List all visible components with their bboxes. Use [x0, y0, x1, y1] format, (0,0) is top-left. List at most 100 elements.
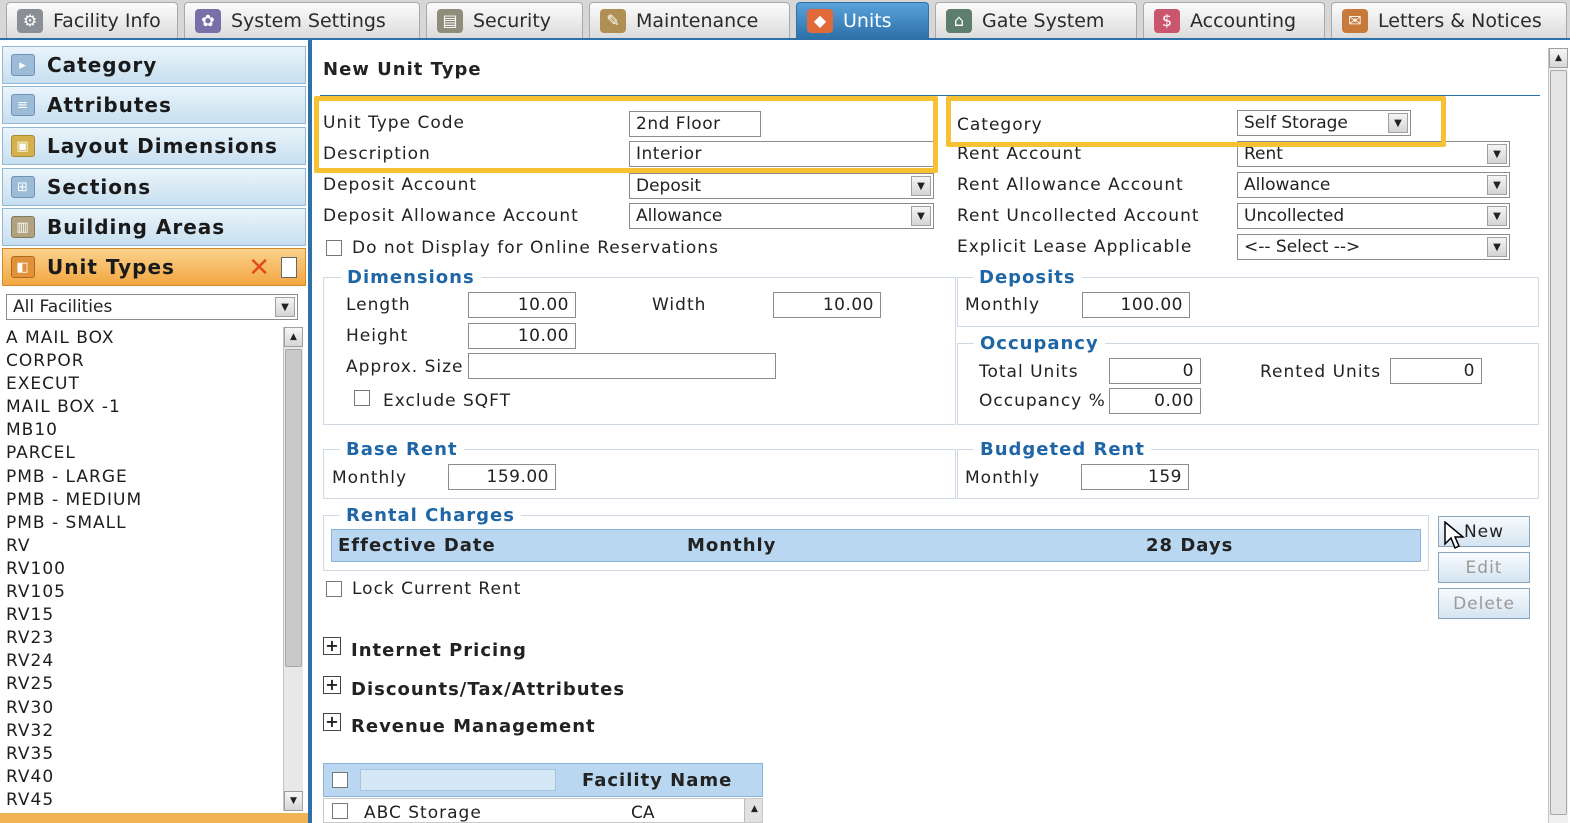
- tab-security[interactable]: ▤ Security: [426, 2, 583, 38]
- tab-maintenance[interactable]: ✎ Maintenance: [589, 2, 790, 38]
- col-monthly[interactable]: Monthly: [687, 535, 776, 556]
- chevron-down-icon: ▼: [1487, 175, 1507, 195]
- sidebar-item-layout-dimensions[interactable]: ▣ Layout Dimensions: [2, 127, 306, 165]
- tab-system-settings[interactable]: ✿ System Settings: [184, 2, 420, 38]
- list-item[interactable]: MB10: [6, 419, 282, 442]
- length-input[interactable]: 10.00: [468, 292, 576, 318]
- sidebar-item-attributes[interactable]: ≡ Attributes: [2, 86, 306, 124]
- scrollbar-thumb[interactable]: [1550, 70, 1567, 815]
- scroll-up-icon[interactable]: ▲: [744, 799, 762, 822]
- budgeted-rent-monthly-label: Monthly: [965, 468, 1041, 488]
- sidebar-item-sections[interactable]: ⊞ Sections: [2, 168, 306, 206]
- tab-units[interactable]: ◆ Units: [796, 2, 929, 38]
- list-item[interactable]: RV25: [6, 673, 282, 696]
- rent-allowance-value: Allowance: [1244, 175, 1331, 195]
- tab-accounting[interactable]: $ Accounting: [1143, 2, 1325, 38]
- list-item[interactable]: CORPOR: [6, 350, 282, 373]
- deposit-allowance-select[interactable]: Allowance ▼: [629, 203, 934, 229]
- tab-label: Units: [843, 9, 892, 32]
- approx-size-input[interactable]: [468, 353, 776, 379]
- expand-discounts-icon[interactable]: +: [323, 676, 341, 694]
- list-item[interactable]: RV35: [6, 743, 282, 766]
- list-item[interactable]: RV32: [6, 720, 282, 743]
- unit-list-scrollbar[interactable]: ▲ ▼: [283, 327, 303, 811]
- list-item[interactable]: RV24: [6, 650, 282, 673]
- list-item[interactable]: PARCEL: [6, 442, 282, 465]
- explicit-lease-select[interactable]: <-- Select --> ▼: [1237, 234, 1510, 260]
- list-item[interactable]: PMB - LARGE: [6, 466, 282, 489]
- sidebar-item-label: Category: [47, 53, 158, 77]
- list-item[interactable]: PMB - MEDIUM: [6, 489, 282, 512]
- tab-label: Gate System: [982, 9, 1105, 32]
- base-rent-title: Base Rent: [340, 439, 464, 460]
- scrollbar-thumb[interactable]: [285, 349, 302, 667]
- scroll-up-icon[interactable]: ▲: [284, 327, 303, 347]
- chevron-down-icon: ▼: [1487, 144, 1507, 164]
- online-reservations-checkbox[interactable]: [326, 240, 342, 256]
- height-label: Height: [346, 326, 409, 346]
- tab-letters-notices[interactable]: ✉ Letters & Notices: [1331, 2, 1567, 38]
- tab-facility-info[interactable]: ⚙ Facility Info: [6, 2, 178, 38]
- internet-pricing-label[interactable]: Internet Pricing: [351, 640, 527, 661]
- facility-filter-cell[interactable]: [360, 769, 556, 791]
- edit-button[interactable]: Edit: [1438, 552, 1530, 583]
- list-item[interactable]: RV45: [6, 789, 282, 812]
- edit-button-label: Edit: [1465, 557, 1503, 578]
- select-all-checkbox[interactable]: [332, 772, 348, 788]
- list-item[interactable]: RV15: [6, 604, 282, 627]
- expand-revenue-management-icon[interactable]: +: [323, 713, 341, 731]
- list-item[interactable]: RV40: [6, 766, 282, 789]
- list-item[interactable]: RV100: [6, 558, 282, 581]
- list-item[interactable]: A MAIL BOX: [6, 327, 282, 350]
- list-item[interactable]: MAIL BOX -1: [6, 396, 282, 419]
- facility-grid-header: Facility Name: [323, 763, 763, 797]
- width-input[interactable]: 10.00: [773, 292, 881, 318]
- main-panel: New Unit Type Unit Type Code 2nd Floor D…: [314, 42, 1570, 823]
- deposits-monthly-input[interactable]: 100.00: [1082, 292, 1190, 318]
- exclude-sqft-checkbox[interactable]: [354, 390, 370, 406]
- col-28-days[interactable]: 28 Days: [1146, 535, 1233, 556]
- delete-button[interactable]: Delete: [1438, 588, 1530, 619]
- new-document-icon[interactable]: [281, 257, 297, 278]
- sidebar-item-category[interactable]: ▸ Category: [2, 46, 306, 84]
- total-units-input[interactable]: 0: [1109, 358, 1201, 384]
- revenue-management-label[interactable]: Revenue Management: [351, 716, 596, 737]
- lock-rent-checkbox[interactable]: [326, 581, 342, 597]
- discounts-label[interactable]: Discounts/Tax/Attributes: [351, 679, 625, 700]
- occupancy-title: Occupancy: [974, 333, 1105, 354]
- scroll-down-icon[interactable]: ▼: [284, 791, 303, 811]
- rented-units-input[interactable]: 0: [1390, 358, 1482, 384]
- list-item[interactable]: RV105: [6, 581, 282, 604]
- list-item[interactable]: RV: [6, 535, 282, 558]
- rent-allowance-label: Rent Allowance Account: [957, 175, 1184, 195]
- col-facility-name[interactable]: Facility Name: [582, 770, 732, 791]
- letters-icon: ✉: [1342, 8, 1368, 33]
- main-scrollbar[interactable]: ▲: [1548, 48, 1568, 823]
- facility-row-checkbox[interactable]: [332, 803, 348, 819]
- deposit-account-select[interactable]: Deposit ▼: [629, 173, 934, 199]
- list-item[interactable]: RV23: [6, 627, 282, 650]
- facility-filter-select[interactable]: All Facilities ▼: [6, 294, 298, 320]
- exclude-sqft-label: Exclude SQFT: [383, 391, 512, 411]
- rent-allowance-select[interactable]: Allowance ▼: [1237, 172, 1510, 198]
- height-input[interactable]: 10.00: [468, 323, 576, 349]
- tab-gate-system[interactable]: ⌂ Gate System: [935, 2, 1137, 38]
- occupancy-pct-input[interactable]: 0.00: [1109, 388, 1201, 414]
- rent-uncollected-select[interactable]: Uncollected ▼: [1237, 203, 1510, 229]
- category-icon: ▸: [11, 54, 35, 76]
- lock-rent-label: Lock Current Rent: [352, 579, 522, 599]
- sidebar-item-building-areas[interactable]: ▥ Building Areas: [2, 208, 306, 246]
- list-item[interactable]: EXECUT: [6, 373, 282, 396]
- rent-uncollected-label: Rent Uncollected Account: [957, 206, 1200, 226]
- col-effective-date[interactable]: Effective Date: [338, 535, 496, 556]
- scroll-up-icon[interactable]: ▲: [1549, 48, 1568, 68]
- facility-row[interactable]: ABC Storage CA ▲: [323, 798, 763, 823]
- base-rent-monthly-input[interactable]: 159.00: [448, 464, 556, 490]
- list-item[interactable]: RV30: [6, 697, 282, 720]
- sidebar-item-unit-types[interactable]: ◧ Unit Types ✕: [2, 248, 306, 286]
- budgeted-rent-monthly-input[interactable]: 159: [1081, 464, 1189, 490]
- expand-internet-pricing-icon[interactable]: +: [323, 637, 341, 655]
- delete-icon[interactable]: ✕: [248, 253, 271, 283]
- list-item[interactable]: PMB - SMALL: [6, 512, 282, 535]
- delete-button-label: Delete: [1453, 593, 1515, 614]
